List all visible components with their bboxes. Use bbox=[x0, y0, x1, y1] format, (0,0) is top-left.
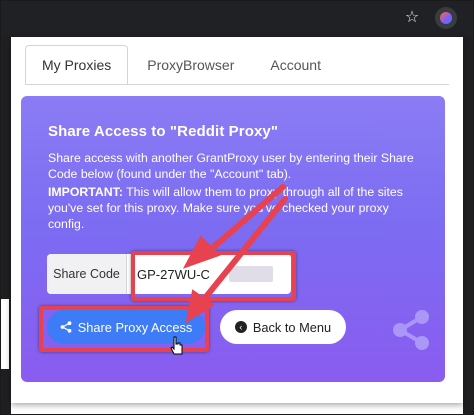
page-background-left bbox=[1, 37, 11, 414]
tab-account[interactable]: Account bbox=[253, 45, 338, 85]
tab-proxybrowser[interactable]: ProxyBrowser bbox=[130, 45, 251, 85]
share-icon bbox=[391, 309, 431, 351]
back-to-menu-button[interactable]: ‹ Back to Menu bbox=[220, 310, 346, 344]
card-title: Share Access to "Reddit Proxy" bbox=[48, 123, 279, 140]
important-note: IMPORTANT: This will allow them to proxy… bbox=[48, 184, 423, 232]
tab-bar: My Proxies ProxyBrowser Account bbox=[25, 45, 340, 85]
page-background-right bbox=[463, 37, 473, 414]
card-description: Share access with another GrantProxy use… bbox=[48, 151, 414, 181]
tab-my-proxies[interactable]: My Proxies bbox=[25, 45, 129, 85]
back-to-menu-label: Back to Menu bbox=[252, 319, 332, 335]
share-code-highlight bbox=[131, 251, 296, 301]
star-icon[interactable]: ☆ bbox=[403, 9, 421, 27]
hand-cursor-icon bbox=[169, 336, 185, 356]
important-label: IMPORTANT: bbox=[48, 185, 123, 199]
page-background-glyph bbox=[1, 299, 9, 369]
browser-toolbar: ☆ bbox=[1, 1, 473, 37]
tab-divider bbox=[25, 84, 449, 85]
grantproxy-extension-icon[interactable] bbox=[435, 7, 457, 29]
screenshot-frame: ☆ My Proxies ProxyBrowser Account Share … bbox=[0, 0, 474, 415]
chevron-left-circle-icon: ‹ bbox=[234, 321, 247, 333]
share-code-label: Share Code bbox=[47, 254, 127, 294]
